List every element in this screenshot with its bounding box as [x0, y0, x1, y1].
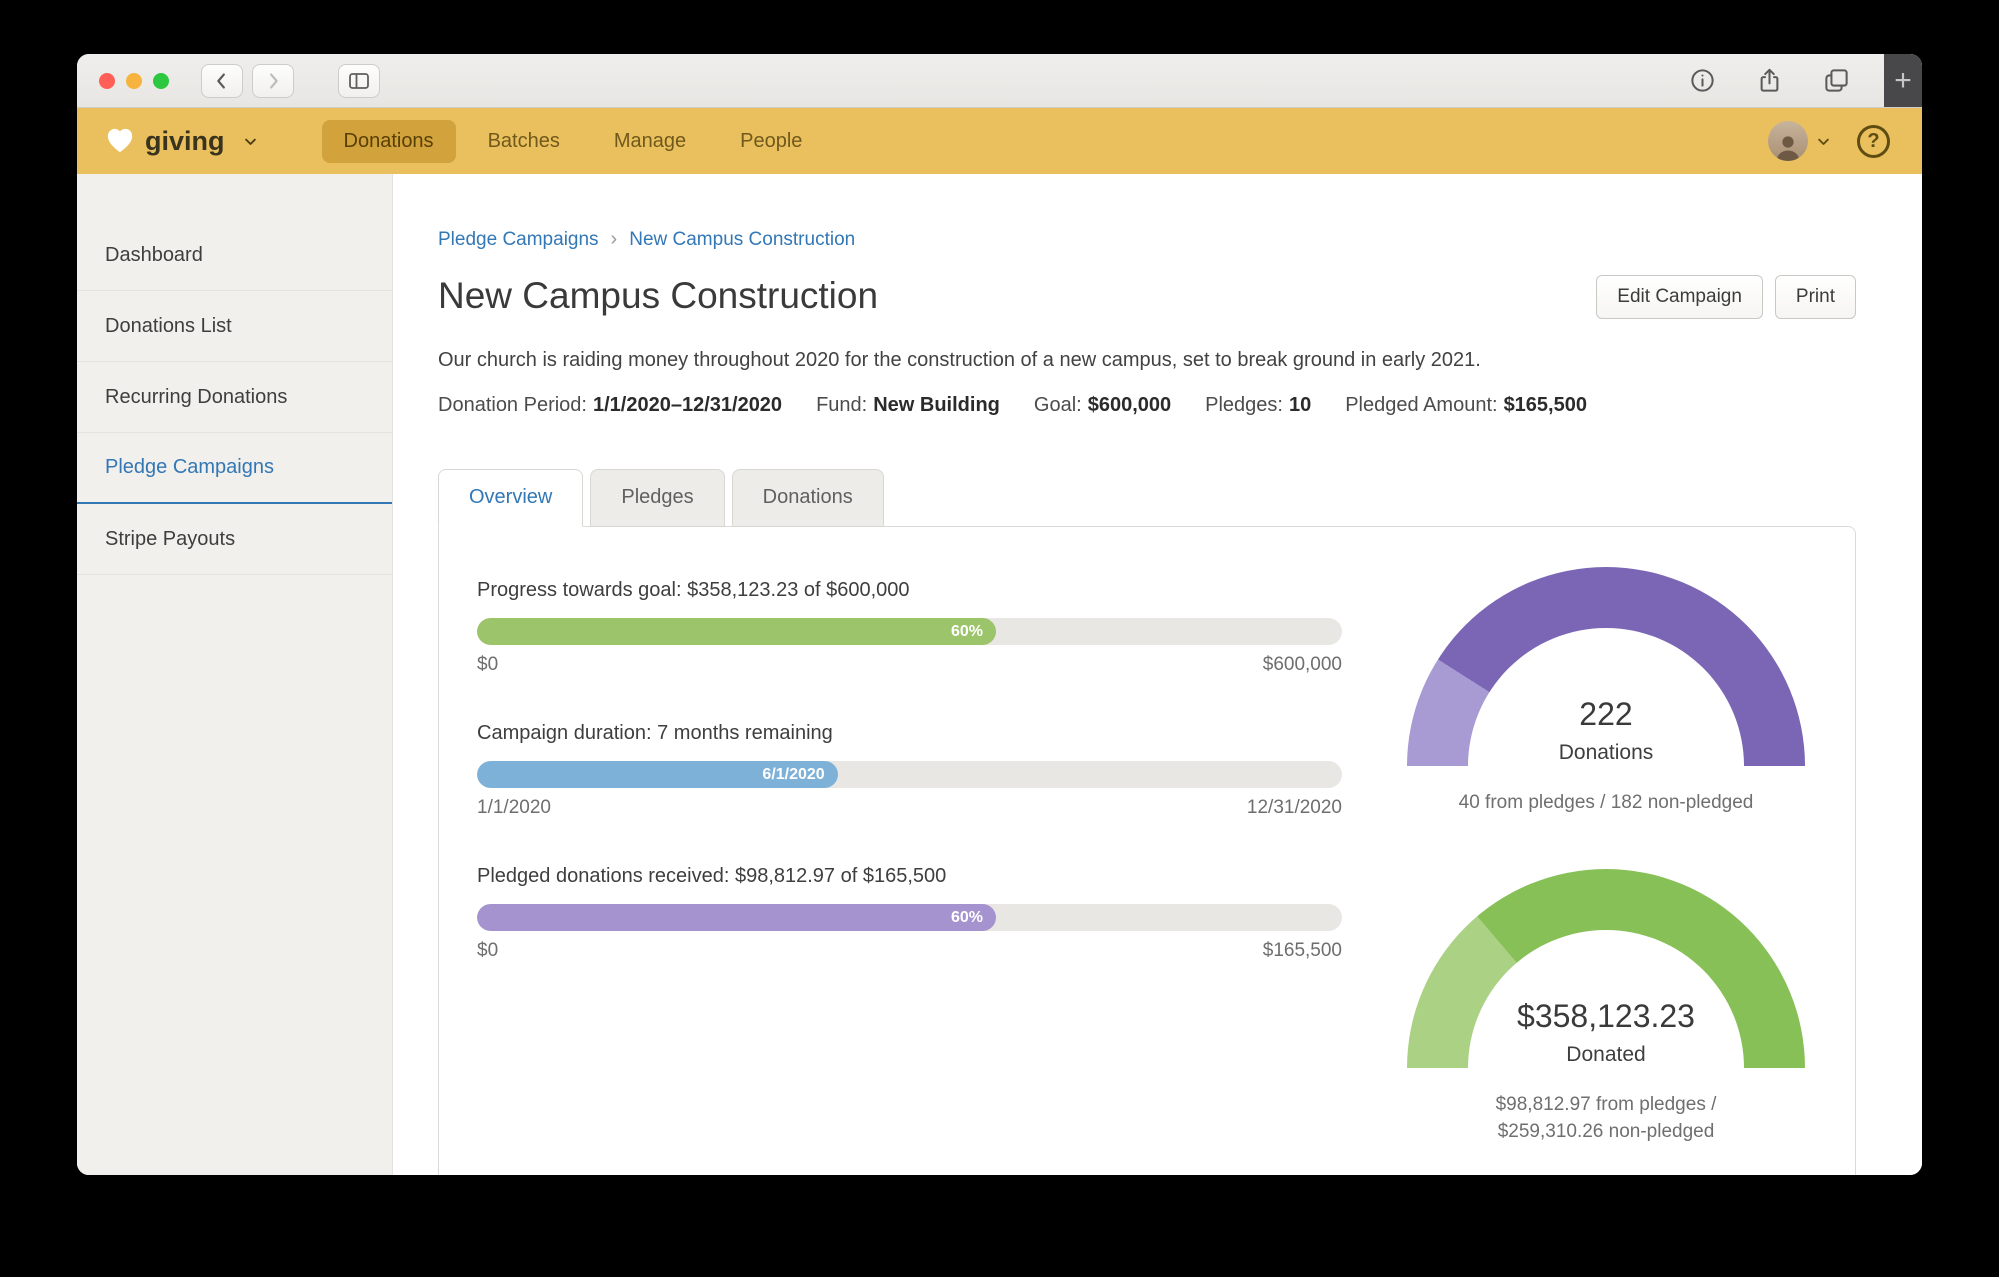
tab-pledges[interactable]: Pledges: [590, 469, 725, 527]
nav-item-batches[interactable]: Batches: [466, 120, 582, 163]
overview-card: Progress towards goal: $358,123.23 of $6…: [438, 526, 1856, 1175]
donations-gauge: 222 Donations 40 from pledges / 182 non-…: [1407, 567, 1805, 817]
nav-item-people[interactable]: People: [718, 120, 824, 163]
main-content: Pledge Campaigns › New Campus Constructi…: [393, 174, 1922, 1175]
page-title: New Campus Construction: [438, 275, 879, 316]
sidebar-icon: [349, 72, 369, 89]
help-label: ?: [1867, 129, 1880, 152]
sidebar: Dashboard Donations List Recurring Donat…: [77, 174, 393, 1175]
pledged-progress-scale: $0 $165,500: [477, 940, 1342, 961]
sidebar-item-stripe-payouts[interactable]: Stripe Payouts: [77, 504, 392, 575]
breadcrumb-current-link[interactable]: New Campus Construction: [629, 229, 855, 251]
breadcrumb-parent-link[interactable]: Pledge Campaigns: [438, 229, 599, 251]
donated-label: Donated: [1566, 1042, 1646, 1066]
tabs-overview-icon[interactable]: [1823, 67, 1850, 94]
breadcrumb: Pledge Campaigns › New Campus Constructi…: [438, 228, 1856, 251]
nav-item-manage[interactable]: Manage: [592, 120, 708, 163]
donations-label: Donations: [1558, 741, 1654, 764]
donated-gauge: $358,123.23 Donated $98,812.97 from pled…: [1407, 868, 1805, 1146]
sidebar-item-pledge-campaigns[interactable]: Pledge Campaigns: [77, 433, 392, 504]
browser-window: + giving Donations Batches Manage People…: [77, 54, 1922, 1175]
app-header: giving Donations Batches Manage People ?: [77, 108, 1922, 174]
gauges: 222 Donations 40 from pledges / 182 non-…: [1407, 567, 1809, 1146]
meta-goal: Goal: $600,000: [1033, 394, 1172, 416]
tab-donations[interactable]: Donations: [731, 469, 884, 527]
duration-progress-scale: 1/1/2020 12/31/2020: [477, 797, 1342, 818]
duration-progress-track: 6/1/2020: [477, 761, 1342, 788]
progress-bars: Progress towards goal: $358,123.23 of $6…: [477, 579, 1342, 1146]
campaign-meta: Donation Period: 1/1/2020–12/31/2020 Fund…: [438, 394, 1856, 417]
goal-progress-scale: $0 $600,000: [477, 654, 1342, 675]
meta-donation-period: Donation Period: 1/1/2020–12/31/2020: [438, 394, 783, 416]
pledged-progress-title: Pledged donations received: $98,812.97 o…: [477, 865, 947, 887]
chevron-down-icon[interactable]: [243, 134, 258, 149]
toolbar-right-icons: [1689, 67, 1884, 94]
person-icon: [1776, 136, 1800, 161]
new-tab-strip: +: [1884, 54, 1922, 107]
minimize-window-button[interactable]: [126, 72, 142, 89]
primary-nav: Donations Batches Manage People: [321, 119, 825, 163]
donations-count: 222: [1579, 696, 1633, 732]
user-avatar[interactable]: [1768, 121, 1808, 161]
title-row: New Campus Construction Edit Campaign Pr…: [438, 275, 1856, 319]
help-button[interactable]: ?: [1857, 124, 1890, 158]
history-buttons: [201, 63, 294, 98]
meta-fund: Fund: New Building: [816, 394, 1000, 416]
goal-progress-title: Progress towards goal: $358,123.23 of $6…: [477, 579, 910, 601]
duration-progress-title: Campaign duration: 7 months remaining: [477, 722, 833, 744]
sidebar-item-recurring-donations[interactable]: Recurring Donations: [77, 362, 392, 433]
app-header-right: ?: [1768, 121, 1890, 161]
heart-logo-icon: [107, 128, 133, 153]
pledged-progress-block: Pledged donations received: $98,812.97 o…: [477, 865, 1342, 962]
window-controls: [99, 72, 169, 89]
sidebar-toggle-button[interactable]: [338, 63, 380, 98]
progress-bar-fill: 60%: [477, 904, 996, 931]
donated-amount: $358,123.23: [1517, 997, 1695, 1034]
page-actions: Edit Campaign Print: [1596, 275, 1856, 319]
duration-progress-block: Campaign duration: 7 months remaining 6/…: [477, 722, 1342, 819]
progress-bar-fill: 6/1/2020: [477, 761, 838, 788]
tab-overview[interactable]: Overview: [438, 469, 584, 527]
avatar-chevron-down-icon[interactable]: [1816, 134, 1831, 149]
meta-pledged-amount: Pledged Amount: $165,500: [1345, 394, 1587, 416]
gauge-center-text: $358,123.23 Donated: [1407, 998, 1805, 1067]
sidebar-item-dashboard[interactable]: Dashboard: [77, 220, 392, 291]
goal-progress-track: 60%: [477, 618, 1342, 645]
tab-bar: Overview Pledges Donations: [438, 469, 1856, 527]
chevron-left-icon: [217, 72, 225, 89]
forward-button[interactable]: [252, 63, 294, 98]
donations-gauge-caption: 40 from pledges / 182 non-pledged: [1458, 792, 1754, 813]
campaign-description: Our church is raiding money throughout 2…: [438, 349, 1481, 371]
zoom-window-button[interactable]: [153, 72, 169, 89]
edit-campaign-button[interactable]: Edit Campaign: [1596, 275, 1763, 319]
brand[interactable]: giving: [105, 126, 258, 157]
goal-progress-block: Progress towards goal: $358,123.23 of $6…: [477, 579, 1342, 676]
page-info-icon[interactable]: [1689, 67, 1716, 94]
sidebar-item-donations-list[interactable]: Donations List: [77, 291, 392, 362]
pledged-progress-track: 60%: [477, 904, 1342, 931]
breadcrumb-separator: ›: [610, 228, 618, 250]
share-icon[interactable]: [1756, 67, 1783, 94]
chevron-right-icon: [270, 72, 278, 89]
gauge-center-text: 222 Donations: [1407, 696, 1805, 765]
back-button[interactable]: [201, 63, 243, 98]
browser-toolbar: +: [77, 54, 1922, 108]
meta-pledges: Pledges: 10: [1205, 394, 1312, 416]
donated-gauge-caption: $98,812.97 from pledges / $259,310.26 no…: [1495, 1093, 1717, 1143]
app-body: Dashboard Donations List Recurring Donat…: [77, 174, 1922, 1175]
close-window-button[interactable]: [99, 72, 115, 89]
brand-name: giving: [145, 125, 225, 156]
nav-item-donations[interactable]: Donations: [321, 119, 456, 163]
new-tab-button[interactable]: +: [1894, 64, 1912, 98]
print-button[interactable]: Print: [1774, 275, 1856, 319]
progress-bar-fill: 60%: [477, 618, 996, 645]
